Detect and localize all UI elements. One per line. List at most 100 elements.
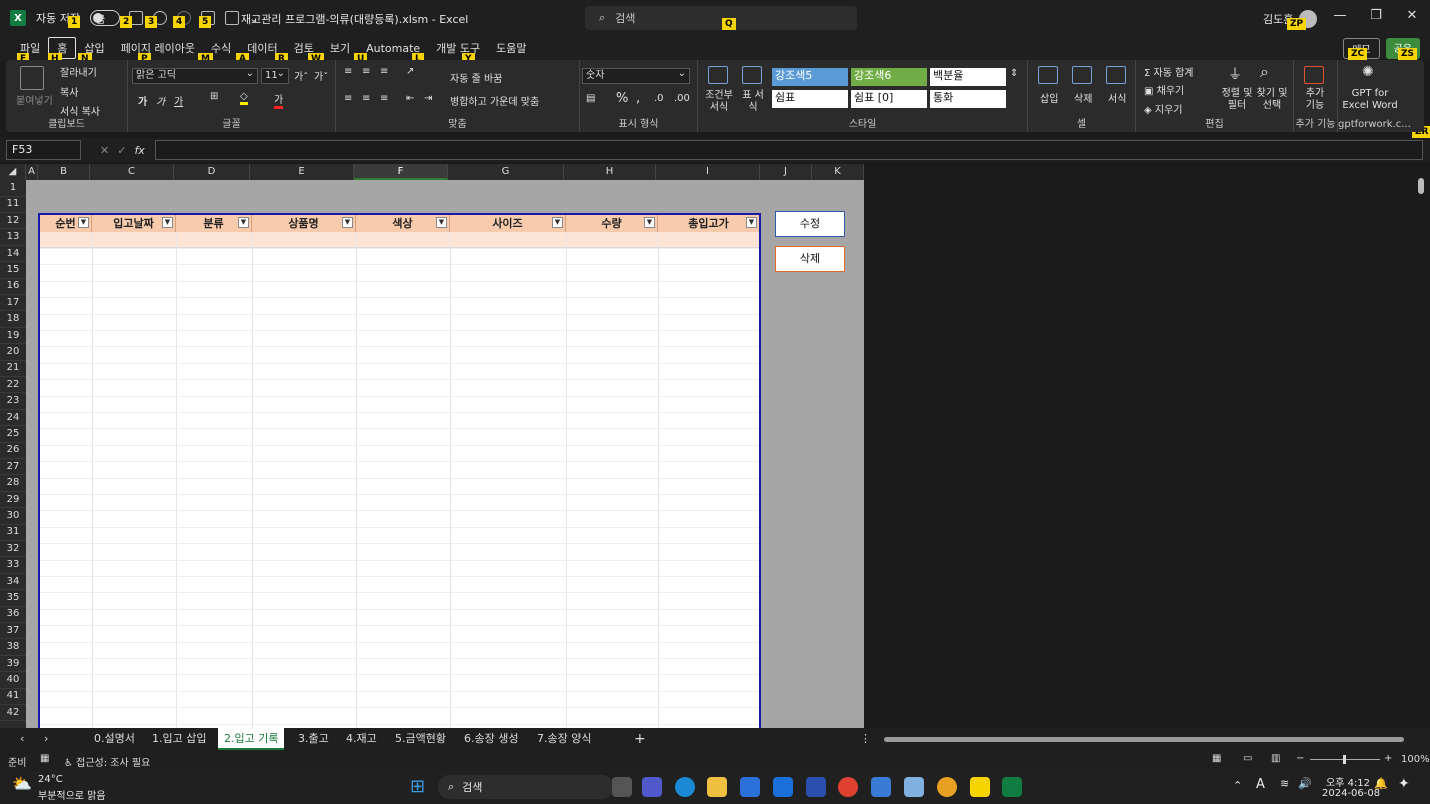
row-header[interactable]: 14 bbox=[0, 246, 26, 263]
find-select-icon[interactable]: ⌕ bbox=[1260, 62, 1269, 82]
underline-button[interactable]: 가 bbox=[174, 93, 183, 108]
conditional-format-button[interactable]: 조건부 서식 bbox=[702, 90, 736, 114]
align-center-icon[interactable]: ≡ bbox=[362, 93, 370, 104]
italic-button[interactable]: 가 bbox=[156, 93, 165, 108]
col-e[interactable]: E bbox=[250, 164, 354, 180]
sheet-tab-0[interactable]: 0.설명서 bbox=[88, 728, 141, 750]
filter-dropdown-icon[interactable]: ▼ bbox=[162, 217, 173, 228]
cut-button[interactable]: 잘라내기 bbox=[60, 64, 97, 79]
col-c[interactable]: C bbox=[90, 164, 174, 180]
store-icon[interactable] bbox=[740, 777, 760, 797]
edge-icon[interactable] bbox=[675, 777, 695, 797]
decrease-decimal-icon[interactable]: .00 bbox=[674, 93, 690, 104]
filter-dropdown-icon[interactable]: ▼ bbox=[78, 217, 89, 228]
border-icon[interactable]: ⊞ bbox=[210, 91, 218, 102]
ime-icon[interactable]: A bbox=[1256, 777, 1265, 792]
teams-icon[interactable] bbox=[642, 777, 662, 797]
col-d[interactable]: D bbox=[174, 164, 250, 180]
minimize-icon[interactable]: — bbox=[1322, 8, 1358, 23]
conditional-format-icon[interactable] bbox=[708, 66, 728, 84]
confirm-icon[interactable]: ✓ bbox=[117, 144, 126, 157]
row-header[interactable]: 15 bbox=[0, 262, 26, 279]
style-accent6[interactable]: 강조색6 bbox=[851, 68, 927, 86]
row-header[interactable]: 17 bbox=[0, 295, 26, 312]
col-b[interactable]: B bbox=[38, 164, 90, 180]
file-explorer-icon[interactable] bbox=[707, 777, 727, 797]
grow-font-icon[interactable]: 가ˆ bbox=[294, 68, 308, 83]
delete-button[interactable]: 삭제 bbox=[775, 246, 845, 272]
orientation-icon[interactable]: ↗ bbox=[406, 66, 414, 77]
row-header[interactable]: 27 bbox=[0, 459, 26, 476]
row-header[interactable]: 20 bbox=[0, 344, 26, 361]
row-header[interactable]: 31 bbox=[0, 524, 26, 541]
delete-cells-icon[interactable] bbox=[1072, 66, 1092, 84]
row-header[interactable]: 24 bbox=[0, 410, 26, 427]
row-header[interactable]: 33 bbox=[0, 557, 26, 574]
row-header[interactable]: 19 bbox=[0, 328, 26, 345]
notification-icon[interactable]: 🔔 bbox=[1374, 777, 1388, 790]
style-comma0[interactable]: 쉼표 [0] bbox=[851, 90, 927, 108]
format-cells-button[interactable]: 서식 bbox=[1108, 90, 1126, 105]
table-format-icon[interactable] bbox=[742, 66, 762, 84]
row-header[interactable]: 21 bbox=[0, 360, 26, 377]
row-header[interactable]: 41 bbox=[0, 688, 26, 705]
delete-cells-button[interactable]: 삭제 bbox=[1074, 90, 1092, 105]
notepad-icon[interactable] bbox=[904, 777, 924, 797]
wrap-text-button[interactable]: 자동 줄 바꿈 bbox=[450, 70, 502, 85]
style-percent[interactable]: 백분율 bbox=[930, 68, 1006, 86]
header-product[interactable]: 상품명 ▼ bbox=[252, 215, 356, 232]
tab-developer[interactable]: 개발 도구 bbox=[428, 37, 488, 59]
paste-icon[interactable] bbox=[20, 66, 44, 90]
tab-page-layout[interactable]: 페이지 레이아웃 bbox=[113, 37, 203, 59]
next-sheet-icon[interactable]: › bbox=[38, 728, 54, 750]
comma-icon[interactable]: , bbox=[636, 91, 640, 106]
chrome-profile-icon[interactable] bbox=[937, 777, 957, 797]
page-layout-view-icon[interactable]: ▭ bbox=[1243, 753, 1252, 764]
addins-button[interactable]: 추가 기능 bbox=[1300, 88, 1330, 112]
row-header[interactable]: 28 bbox=[0, 475, 26, 492]
new-file-icon[interactable] bbox=[225, 11, 240, 25]
formula-input[interactable] bbox=[155, 140, 1423, 160]
zoom-slider-thumb[interactable] bbox=[1343, 755, 1346, 764]
align-bottom-icon[interactable]: ≡ bbox=[380, 66, 388, 77]
style-scroll-icon[interactable]: ⇕ bbox=[1010, 68, 1018, 79]
align-left-icon[interactable]: ≡ bbox=[344, 93, 352, 104]
cancel-icon[interactable]: ✕ bbox=[100, 144, 109, 157]
mail-icon[interactable] bbox=[773, 777, 793, 797]
more-sheets-icon[interactable]: ⋮ bbox=[854, 728, 877, 750]
col-a[interactable]: A bbox=[26, 164, 38, 180]
sheet-tab-5[interactable]: 5.금액현황 bbox=[389, 728, 452, 750]
indent-decrease-icon[interactable]: ⇤ bbox=[406, 93, 414, 104]
restore-icon[interactable]: ❐ bbox=[1358, 8, 1394, 23]
fx-icon[interactable]: fx bbox=[134, 144, 144, 157]
number-format-select[interactable]: 숫자 bbox=[582, 67, 690, 84]
accessibility-status[interactable]: ♿ 접근성: 조사 필요 bbox=[64, 754, 150, 769]
row-header[interactable]: 29 bbox=[0, 492, 26, 509]
copilot-icon[interactable]: ✦ bbox=[1398, 776, 1410, 792]
find-select-button[interactable]: 찾기 및 선택 bbox=[1254, 88, 1290, 112]
header-size[interactable]: 사이즈 ▼ bbox=[450, 215, 566, 232]
col-f[interactable]: F bbox=[354, 164, 448, 180]
accounting-icon[interactable]: ▤ bbox=[586, 93, 595, 104]
filter-dropdown-icon[interactable]: ▼ bbox=[746, 217, 757, 228]
col-k[interactable]: K bbox=[812, 164, 864, 180]
clock-date[interactable]: 2024-06-08 bbox=[1322, 788, 1380, 799]
row-header[interactable]: 37 bbox=[0, 623, 26, 640]
style-comma[interactable]: 쉼표 bbox=[772, 90, 848, 108]
close-icon[interactable]: ✕ bbox=[1394, 8, 1430, 23]
header-quantity[interactable]: 수량 ▼ bbox=[566, 215, 658, 232]
filter-dropdown-icon[interactable]: ▼ bbox=[552, 217, 563, 228]
clear-button[interactable]: ◈ 지우기 bbox=[1144, 101, 1182, 116]
vertical-scrollbar[interactable] bbox=[1418, 172, 1424, 727]
zoom-out-icon[interactable]: − bbox=[1296, 753, 1304, 764]
row-header[interactable]: 18 bbox=[0, 311, 26, 328]
tray-overflow-icon[interactable]: ⌃ bbox=[1233, 779, 1242, 792]
merge-center-button[interactable]: 병합하고 가운데 맞춤 bbox=[450, 93, 539, 108]
col-j[interactable]: J bbox=[760, 164, 812, 180]
style-accent5[interactable]: 강조색5 bbox=[772, 68, 848, 86]
copy-button[interactable]: 복사 bbox=[60, 84, 78, 99]
worksheet-grid[interactable]: ◢ A B C D E F G H I J K 1 11 12 13 14 15 16 17 1… bbox=[0, 164, 864, 728]
edit-button[interactable]: 수정 bbox=[775, 211, 845, 237]
normal-view-icon[interactable]: ▦ bbox=[1212, 753, 1221, 764]
align-top-icon[interactable]: ≡ bbox=[344, 66, 352, 77]
